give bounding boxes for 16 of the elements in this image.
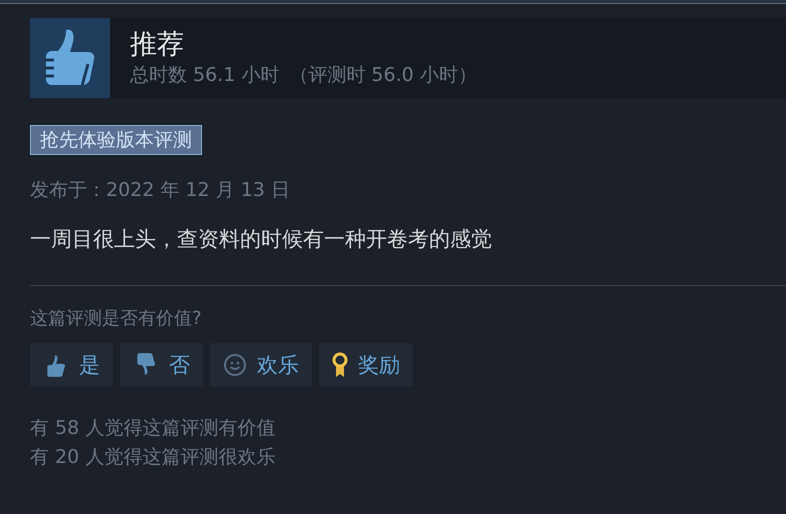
thumbs-up-icon: [30, 18, 110, 98]
smiley-icon: [223, 353, 247, 377]
posted-date: 发布于：2022 年 12 月 13 日: [30, 178, 291, 203]
vote-no-button[interactable]: 否: [120, 343, 203, 387]
verdict-title: 推荐: [130, 28, 185, 62]
playtime-at-review-text: （评测时 56.0 小时）: [289, 64, 477, 86]
vote-count-text: 有 20 人觉得这篇评测很欢乐: [30, 445, 276, 470]
award-button[interactable]: 奖励: [319, 343, 413, 387]
early-access-badge: 抢先体验版本评测: [30, 125, 202, 155]
review-text: 一周目很上头，查资料的时候有一种开卷考的感觉: [30, 226, 493, 253]
vote-yes-button[interactable]: 是: [30, 343, 113, 387]
award-ribbon-icon: [332, 352, 348, 378]
helpful-question: 这篇评测是否有价值?: [30, 307, 203, 331]
funny-button[interactable]: 欢乐: [210, 343, 312, 387]
playtime-text: 总时数 56.1 小时: [130, 64, 280, 86]
vote-count-text: 有 58 人觉得这篇评测有价值: [30, 416, 276, 441]
